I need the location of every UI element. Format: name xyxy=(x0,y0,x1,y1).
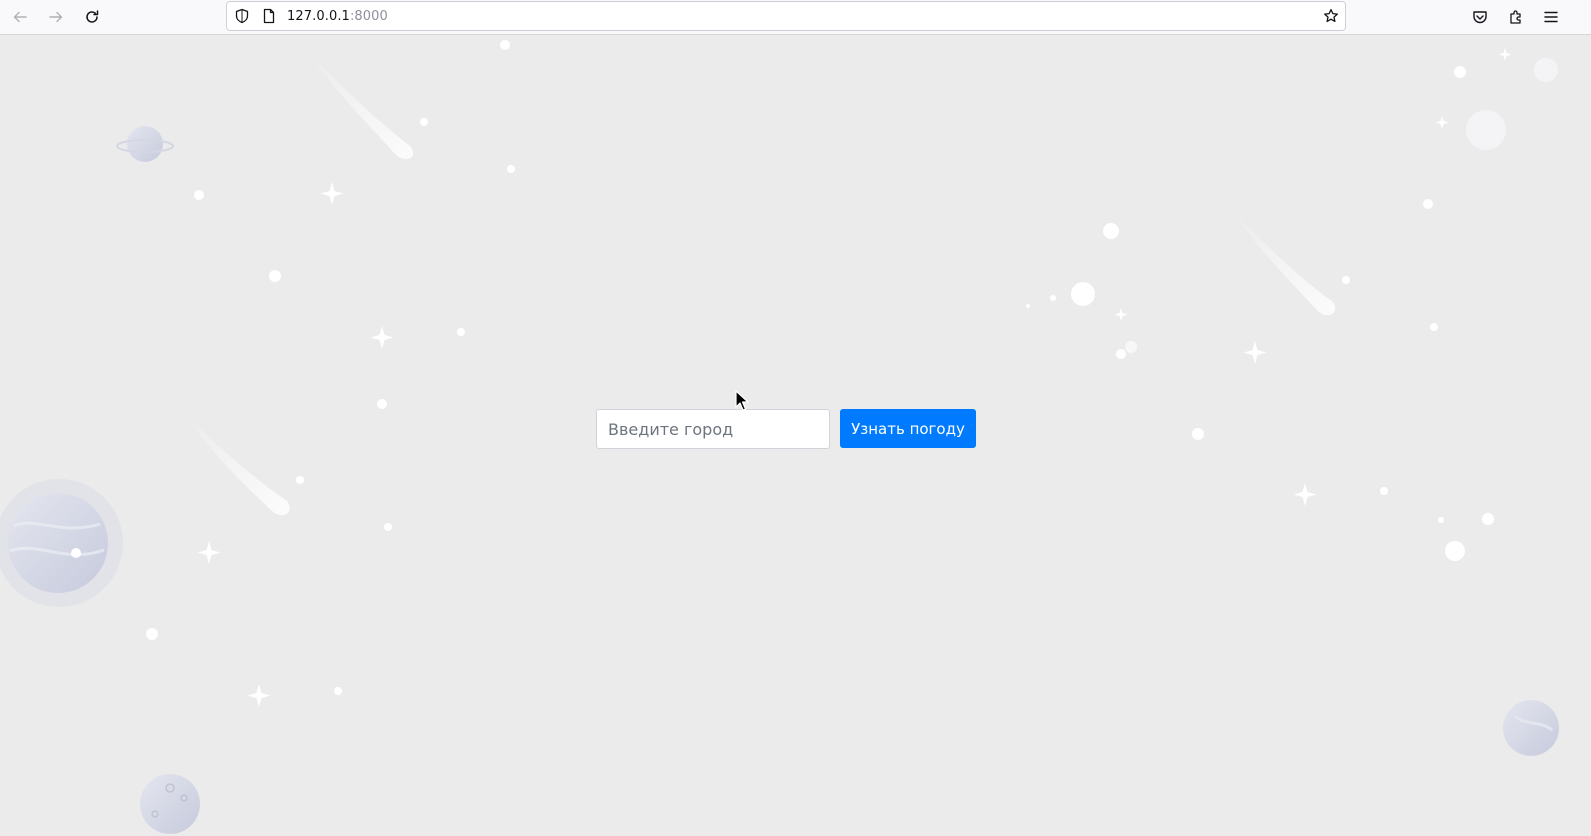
comet xyxy=(183,411,290,516)
extensions-icon xyxy=(1510,10,1521,24)
reload-icon xyxy=(86,10,99,23)
app-menu-button[interactable] xyxy=(1537,4,1565,30)
browser-toolbar: 127.0.0.1:8000 xyxy=(0,0,1591,35)
comet xyxy=(1230,208,1336,316)
city-input[interactable] xyxy=(596,409,830,449)
extensions-button[interactable] xyxy=(1502,4,1530,30)
pocket-icon xyxy=(1473,11,1487,24)
shield-icon[interactable] xyxy=(234,8,250,24)
ringed-planet xyxy=(116,126,174,162)
large-planet xyxy=(0,479,123,607)
get-weather-button[interactable]: Узнать погоду xyxy=(840,409,976,448)
page-icon[interactable] xyxy=(261,8,277,24)
page-body: Узнать погоду xyxy=(0,36,1591,836)
reload-button[interactable] xyxy=(78,4,106,30)
back-arrow-icon xyxy=(13,11,27,23)
planet-circle xyxy=(1534,58,1558,82)
small-planet xyxy=(1503,700,1559,756)
forward-button[interactable] xyxy=(42,4,70,30)
url-text[interactable]: 127.0.0.1:8000 xyxy=(287,9,388,24)
url-port: :8000 xyxy=(349,9,388,24)
url-host: 127.0.0.1 xyxy=(287,9,350,24)
forward-arrow-icon xyxy=(49,11,63,23)
back-button[interactable] xyxy=(6,4,34,30)
pocket-button[interactable] xyxy=(1466,4,1494,30)
address-bar[interactable]: 127.0.0.1:8000 xyxy=(226,1,1346,31)
mouse-cursor-icon xyxy=(735,390,749,411)
moon-planet xyxy=(140,774,200,834)
comet xyxy=(308,52,414,160)
planet-circle xyxy=(1466,110,1506,150)
star-dots xyxy=(146,40,1494,695)
menu-icon xyxy=(1544,11,1558,23)
bookmark-star-icon[interactable] xyxy=(1323,8,1339,24)
